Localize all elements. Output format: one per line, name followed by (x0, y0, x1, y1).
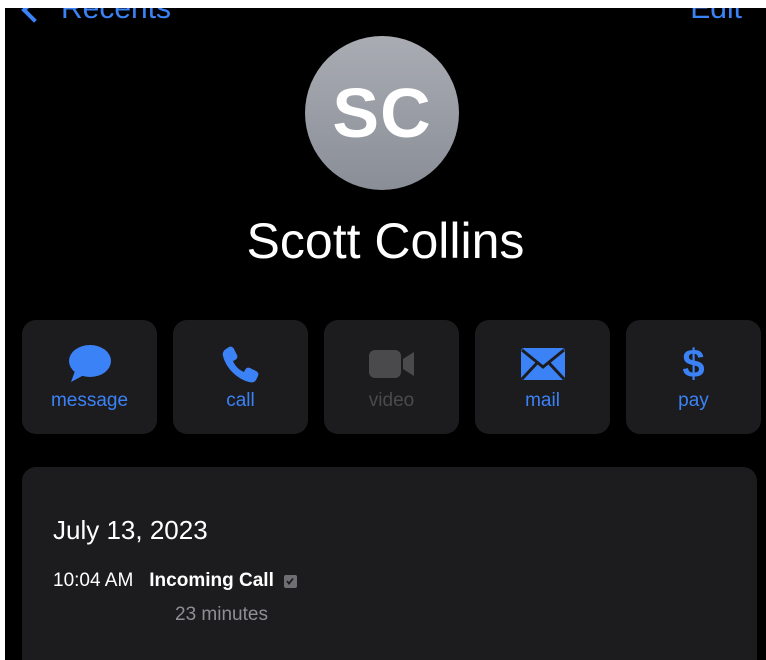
message-button[interactable]: message (22, 320, 157, 434)
call-type: Incoming Call (149, 570, 274, 591)
call-button-label: call (226, 390, 255, 411)
call-time: 10:04 AM (53, 570, 134, 591)
call-history-card: July 13, 2023 10:04 AM Incoming Call 23 … (22, 467, 757, 660)
edit-button[interactable]: Edit (690, 8, 742, 26)
call-button[interactable]: call (173, 320, 308, 434)
contact-detail-screen: Recents Edit SC Scott Collins message ca… (5, 8, 766, 660)
back-button-label: Recents (61, 8, 172, 25)
phone-icon (217, 344, 265, 384)
pay-button-label: pay (678, 390, 709, 411)
contact-name: Scott Collins (246, 213, 525, 269)
mail-button[interactable]: mail (475, 320, 610, 434)
call-entry: 10:04 AM Incoming Call (53, 570, 297, 592)
action-buttons: message call video mail $ pay (22, 320, 761, 434)
message-button-label: message (50, 390, 129, 411)
dollar-icon: $ (682, 341, 705, 386)
pay-button[interactable]: $ pay (626, 320, 761, 434)
history-date: July 13, 2023 (53, 515, 208, 545)
checkmark-icon (283, 574, 297, 588)
envelope-icon (519, 344, 567, 384)
chevron-left-icon (21, 8, 47, 23)
video-button-label: video (368, 390, 415, 411)
video-button[interactable]: video (324, 320, 459, 434)
video-camera-icon (368, 344, 416, 384)
avatar: SC (305, 36, 459, 190)
call-duration: 23 minutes (175, 604, 268, 625)
back-button[interactable]: Recents (21, 8, 172, 26)
mail-button-label: mail (525, 390, 560, 411)
avatar-initials: SC (332, 74, 432, 152)
message-bubble-icon (66, 344, 114, 384)
